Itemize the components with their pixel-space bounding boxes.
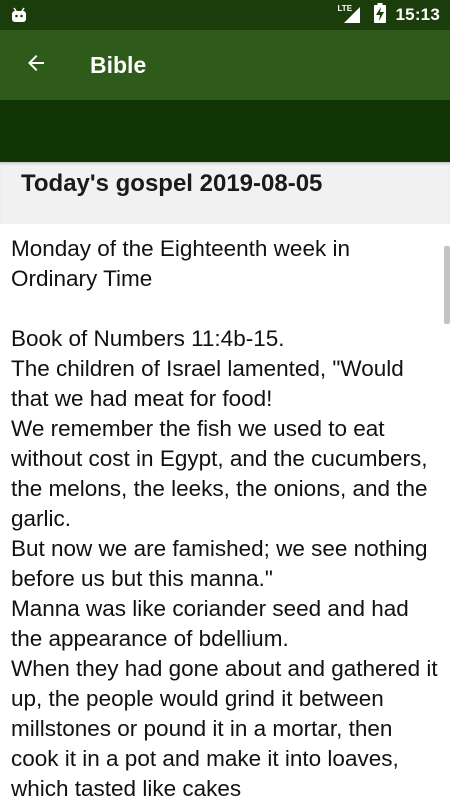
app-title: Bible [90,52,147,78]
signal-icon: LTE [337,4,364,25]
toolbar-extension [0,100,450,162]
page-heading: Today's gospel 2019-08-05 [21,170,323,197]
scrollbar-thumb[interactable] [444,246,450,324]
battery-charging-icon [373,2,386,28]
status-bar: LTE 15:13 [0,0,450,30]
gospel-content[interactable]: Monday of the Eighteenth week in Ordinar… [0,224,450,800]
back-button[interactable] [14,43,58,87]
gospel-text: Monday of the Eighteenth week in Ordinar… [11,236,438,800]
android-icon [10,6,28,29]
status-time: 15:13 [395,5,440,24]
network-type-label: LTE [337,4,353,13]
arrow-left-icon [24,51,48,80]
app-bar: Bible [0,30,450,100]
